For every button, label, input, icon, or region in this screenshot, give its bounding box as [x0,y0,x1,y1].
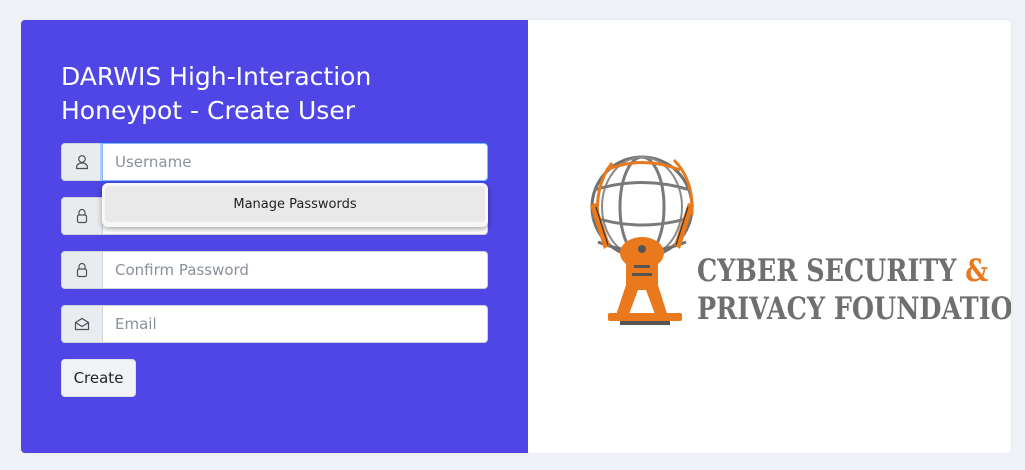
wordmark-ampersand: & [965,253,989,289]
lock-icon [61,197,102,235]
atlas-globe-logo [576,145,706,334]
user-icon [61,143,102,181]
page-title: DARWIS High-Interaction Honeypot - Creat… [61,62,372,125]
logo-panel: CYBER SECURITY & PRIVACY FOUNDATION [528,20,1011,453]
email-input[interactable] [102,305,488,343]
wordmark-line1: CYBER SECURITY [697,253,957,289]
wordmark-line2: PRIVACY FOUNDATION [697,291,1011,327]
lock-icon [61,251,102,289]
create-button[interactable]: Create [61,359,136,397]
username-field [61,143,488,181]
envelope-icon [61,305,102,343]
form-panel: DARWIS High-Interaction Honeypot - Creat… [21,20,528,453]
autofill-popup: Manage Passwords [102,183,488,227]
email-field [61,305,488,343]
confirm-password-input[interactable] [102,251,488,289]
foundation-wordmark: CYBER SECURITY & PRIVACY FOUNDATION [697,252,1011,328]
username-input[interactable] [102,143,488,181]
create-user-card: DARWIS High-Interaction Honeypot - Creat… [21,20,1011,453]
manage-passwords-item[interactable]: Manage Passwords [105,186,485,222]
confirm-password-field [61,251,488,289]
